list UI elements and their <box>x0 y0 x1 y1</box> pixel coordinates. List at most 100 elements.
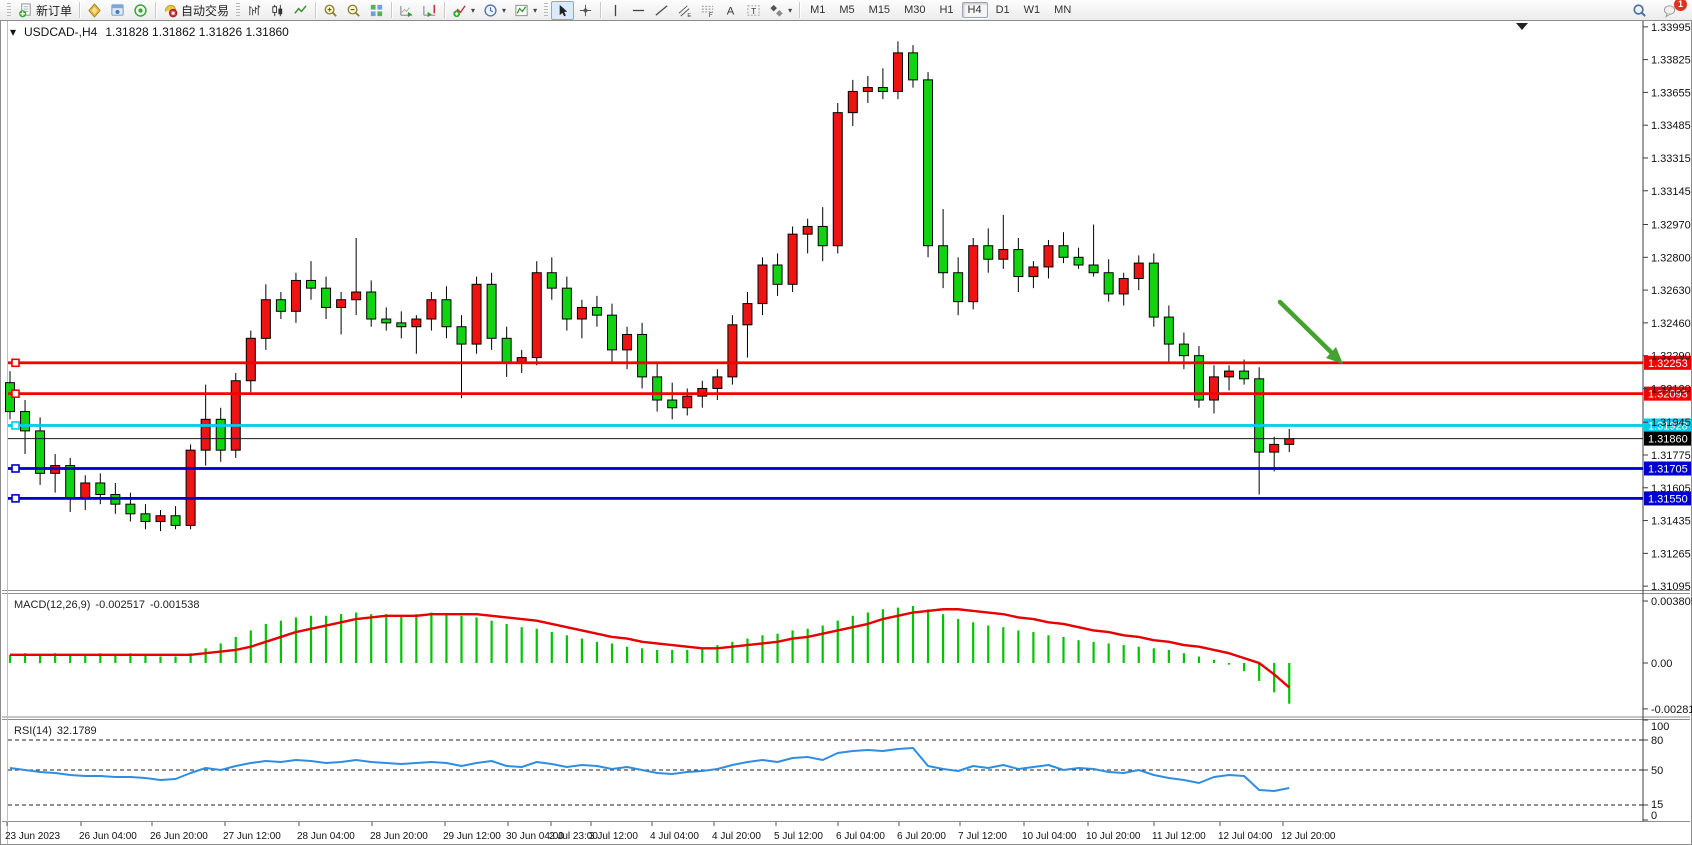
time-tick-label: 10 Jul 20:00 <box>1086 831 1141 842</box>
bull-candle <box>81 483 90 498</box>
bear-candle <box>141 514 150 522</box>
line-anchor[interactable] <box>12 359 19 366</box>
line-anchor[interactable] <box>12 495 19 502</box>
vertical-line-button[interactable] <box>604 1 627 20</box>
price-line[interactable] <box>8 467 1643 470</box>
time-tick-label: 26 Jun 04:00 <box>79 831 137 842</box>
signals-button[interactable] <box>129 1 152 20</box>
zoom-out-button[interactable] <box>342 1 365 20</box>
candle-chart-mode-button[interactable] <box>266 1 289 20</box>
auto-trading-button[interactable]: 自动交易 <box>159 0 233 21</box>
price-line[interactable] <box>8 424 1643 427</box>
bar-chart-mode-button[interactable] <box>243 1 266 20</box>
price-tick-label: 1.31265 <box>1651 548 1691 560</box>
timeframe-M15[interactable]: M15 <box>863 2 896 18</box>
chart-shift-button[interactable] <box>418 1 441 20</box>
text-label-button[interactable]: T <box>742 1 765 20</box>
text-button[interactable]: A <box>719 1 742 20</box>
rsi-tick-label: 80 <box>1651 735 1663 747</box>
tile-windows-button[interactable] <box>365 1 388 20</box>
bear-candle <box>1074 257 1083 265</box>
bull-candle <box>291 280 300 311</box>
auto-scroll-icon <box>399 3 414 18</box>
bear-candle <box>818 226 827 245</box>
price-line[interactable] <box>8 392 1643 395</box>
symbol-dropdown-icon[interactable]: ▾ <box>10 25 16 39</box>
timeframe-M5[interactable]: M5 <box>833 2 860 18</box>
bear-candle <box>502 338 511 363</box>
time-tick-label: 4 Jul 20:00 <box>712 831 761 842</box>
signals-icon <box>133 3 148 18</box>
price-tick-label: 1.32630 <box>1651 285 1691 297</box>
chart-canvas[interactable]: 1.322531.320931.319281.317051.315501.318… <box>0 20 1692 845</box>
chart-title-quotes: 1.31828 1.31862 1.31826 1.31860 <box>105 25 289 39</box>
line-chart-mode-button[interactable] <box>289 1 312 20</box>
fibonacci-button[interactable]: F <box>696 1 719 20</box>
toolbar-separator <box>155 2 156 18</box>
mql-market-button[interactable] <box>83 1 106 20</box>
equidistant-channel-icon: E <box>677 3 692 18</box>
timeframe-M1[interactable]: M1 <box>804 2 831 18</box>
crosshair-button[interactable] <box>574 1 597 20</box>
timeframe-D1[interactable]: D1 <box>990 2 1016 18</box>
toolbar-separator <box>600 2 601 18</box>
periods-button[interactable]: ▾ <box>479 1 510 20</box>
bear-candle <box>1149 263 1158 317</box>
bear-candle <box>1255 379 1264 452</box>
bear-candle <box>66 466 75 499</box>
timeframe-MN[interactable]: MN <box>1048 2 1077 18</box>
new-order-button[interactable]: 新订单 <box>14 0 76 21</box>
templates-button[interactable]: ▾ <box>510 1 541 20</box>
periods-icon <box>483 3 498 18</box>
bull-candle <box>231 381 240 450</box>
toolbar-grip[interactable] <box>236 3 240 17</box>
bull-candle <box>1119 279 1128 294</box>
timeframe-W1[interactable]: W1 <box>1018 2 1047 18</box>
time-tick-label: 26 Jun 20:00 <box>150 831 208 842</box>
line-anchor[interactable] <box>12 422 19 429</box>
trendline-button[interactable] <box>650 1 673 20</box>
zoom-in-icon <box>323 3 338 18</box>
notifications-button[interactable]: 1 <box>1659 1 1682 20</box>
toolbar-separator <box>79 2 80 18</box>
indicators-list-button[interactable]: ▾ <box>448 1 479 20</box>
line-anchor[interactable] <box>12 390 19 397</box>
toolbar-grip[interactable] <box>7 3 11 17</box>
horizontal-line-button[interactable] <box>627 1 650 20</box>
bull-candle <box>1134 263 1143 278</box>
charts-window-button[interactable] <box>106 1 129 20</box>
search-button[interactable] <box>1628 1 1651 20</box>
price-line[interactable] <box>8 497 1643 500</box>
toolbar-grip[interactable] <box>544 3 548 17</box>
candle-chart-mode-icon <box>270 3 285 18</box>
new-order-icon <box>18 3 33 18</box>
chevron-down-icon[interactable]: ▾ <box>533 6 537 15</box>
cursor-button[interactable] <box>551 1 574 20</box>
time-tick-label: 29 Jun 12:00 <box>443 831 501 842</box>
zoom-in-button[interactable] <box>319 1 342 20</box>
line-anchor[interactable] <box>12 465 19 472</box>
timeframe-H1[interactable]: H1 <box>933 2 959 18</box>
auto-scroll-button[interactable] <box>395 1 418 20</box>
bear-candle <box>216 419 225 450</box>
bear-candle <box>171 516 180 526</box>
time-tick-label: 27 Jun 12:00 <box>223 831 281 842</box>
text-label-icon: T <box>746 3 761 18</box>
bear-candle <box>924 80 933 246</box>
bull-candle <box>261 300 270 339</box>
bull-candle <box>623 334 632 349</box>
arrows-button[interactable]: ▾ <box>765 1 796 20</box>
timeframe-M30[interactable]: M30 <box>898 2 931 18</box>
bull-candle <box>683 396 692 408</box>
chevron-down-icon[interactable]: ▾ <box>788 6 792 15</box>
bull-candle <box>1270 444 1279 452</box>
bull-candle <box>969 246 978 302</box>
chevron-down-icon[interactable]: ▾ <box>471 6 475 15</box>
equidistant-channel-button[interactable]: E <box>673 1 696 20</box>
price-tick-label: 1.33145 <box>1651 186 1691 198</box>
timeframe-H4[interactable]: H4 <box>962 2 988 18</box>
macd-value-main: -0.002517 <box>95 599 145 611</box>
chevron-down-icon[interactable]: ▾ <box>502 6 506 15</box>
price-line[interactable] <box>8 361 1643 364</box>
price-tick-label: 1.31605 <box>1651 483 1691 495</box>
